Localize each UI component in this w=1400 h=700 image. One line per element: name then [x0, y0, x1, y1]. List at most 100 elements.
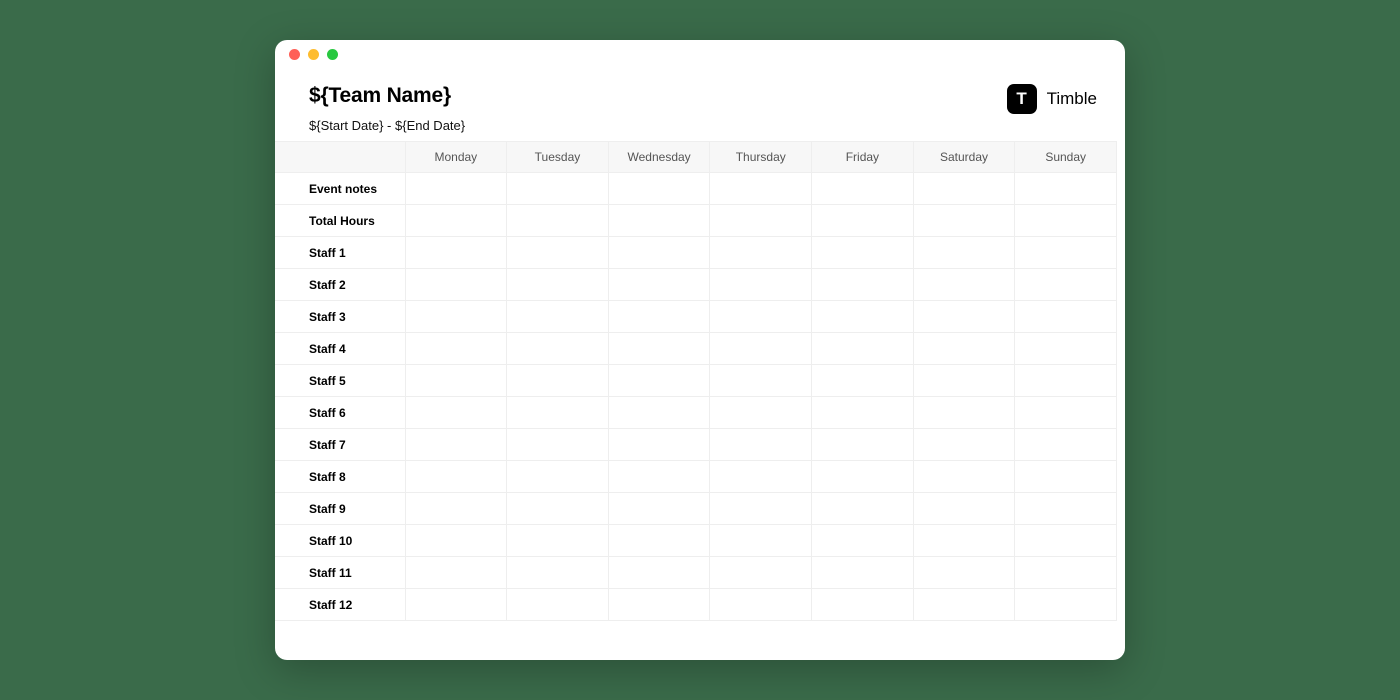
- schedule-cell[interactable]: [913, 493, 1015, 525]
- schedule-cell[interactable]: [710, 557, 812, 589]
- schedule-cell[interactable]: [710, 525, 812, 557]
- schedule-cell[interactable]: [913, 301, 1015, 333]
- schedule-cell[interactable]: [405, 525, 507, 557]
- schedule-cell[interactable]: [507, 461, 609, 493]
- schedule-cell[interactable]: [405, 557, 507, 589]
- schedule-cell[interactable]: [1015, 589, 1117, 621]
- schedule-cell[interactable]: [913, 525, 1015, 557]
- schedule-cell[interactable]: [913, 173, 1015, 205]
- window-maximize-icon[interactable]: [327, 49, 338, 60]
- schedule-cell[interactable]: [812, 365, 914, 397]
- schedule-cell[interactable]: [405, 301, 507, 333]
- schedule-cell[interactable]: [812, 173, 914, 205]
- schedule-cell[interactable]: [913, 269, 1015, 301]
- schedule-cell[interactable]: [812, 333, 914, 365]
- schedule-cell[interactable]: [608, 525, 710, 557]
- schedule-cell[interactable]: [913, 557, 1015, 589]
- schedule-cell[interactable]: [608, 461, 710, 493]
- schedule-cell[interactable]: [1015, 493, 1117, 525]
- schedule-cell[interactable]: [507, 237, 609, 269]
- schedule-cell[interactable]: [710, 365, 812, 397]
- schedule-cell[interactable]: [608, 589, 710, 621]
- schedule-cell[interactable]: [507, 301, 609, 333]
- schedule-cell[interactable]: [608, 397, 710, 429]
- schedule-cell[interactable]: [812, 237, 914, 269]
- schedule-cell[interactable]: [812, 493, 914, 525]
- schedule-cell[interactable]: [405, 397, 507, 429]
- schedule-cell[interactable]: [1015, 269, 1117, 301]
- schedule-cell[interactable]: [913, 365, 1015, 397]
- schedule-cell[interactable]: [405, 493, 507, 525]
- schedule-cell[interactable]: [507, 397, 609, 429]
- schedule-cell[interactable]: [812, 589, 914, 621]
- schedule-cell[interactable]: [1015, 461, 1117, 493]
- schedule-cell[interactable]: [812, 205, 914, 237]
- schedule-cell[interactable]: [608, 557, 710, 589]
- schedule-cell[interactable]: [608, 237, 710, 269]
- schedule-cell[interactable]: [812, 557, 914, 589]
- schedule-cell[interactable]: [913, 333, 1015, 365]
- schedule-cell[interactable]: [507, 205, 609, 237]
- schedule-cell[interactable]: [913, 429, 1015, 461]
- schedule-cell[interactable]: [710, 461, 812, 493]
- schedule-cell[interactable]: [608, 269, 710, 301]
- schedule-cell[interactable]: [1015, 173, 1117, 205]
- schedule-cell[interactable]: [1015, 365, 1117, 397]
- schedule-cell[interactable]: [1015, 333, 1117, 365]
- schedule-cell[interactable]: [710, 333, 812, 365]
- schedule-cell[interactable]: [608, 301, 710, 333]
- schedule-cell[interactable]: [608, 365, 710, 397]
- schedule-cell[interactable]: [405, 365, 507, 397]
- schedule-cell[interactable]: [812, 397, 914, 429]
- schedule-cell[interactable]: [507, 493, 609, 525]
- schedule-cell[interactable]: [812, 301, 914, 333]
- schedule-cell[interactable]: [710, 301, 812, 333]
- schedule-cell[interactable]: [608, 173, 710, 205]
- schedule-cell[interactable]: [1015, 397, 1117, 429]
- schedule-cell[interactable]: [812, 461, 914, 493]
- schedule-cell[interactable]: [812, 269, 914, 301]
- schedule-cell[interactable]: [913, 461, 1015, 493]
- schedule-cell[interactable]: [913, 237, 1015, 269]
- schedule-cell[interactable]: [710, 493, 812, 525]
- schedule-cell[interactable]: [608, 333, 710, 365]
- schedule-cell[interactable]: [405, 205, 507, 237]
- schedule-cell[interactable]: [507, 365, 609, 397]
- schedule-cell[interactable]: [913, 205, 1015, 237]
- schedule-cell[interactable]: [913, 589, 1015, 621]
- schedule-cell[interactable]: [710, 205, 812, 237]
- schedule-cell[interactable]: [507, 589, 609, 621]
- schedule-cell[interactable]: [608, 205, 710, 237]
- schedule-cell[interactable]: [405, 333, 507, 365]
- schedule-cell[interactable]: [1015, 301, 1117, 333]
- schedule-cell[interactable]: [507, 269, 609, 301]
- schedule-cell[interactable]: [507, 557, 609, 589]
- schedule-cell[interactable]: [812, 525, 914, 557]
- schedule-cell[interactable]: [507, 173, 609, 205]
- schedule-cell[interactable]: [507, 333, 609, 365]
- schedule-cell[interactable]: [608, 429, 710, 461]
- schedule-cell[interactable]: [405, 429, 507, 461]
- schedule-cell[interactable]: [913, 397, 1015, 429]
- schedule-cell[interactable]: [1015, 525, 1117, 557]
- schedule-cell[interactable]: [710, 429, 812, 461]
- window-minimize-icon[interactable]: [308, 49, 319, 60]
- schedule-cell[interactable]: [710, 173, 812, 205]
- schedule-cell[interactable]: [405, 461, 507, 493]
- schedule-cell[interactable]: [405, 173, 507, 205]
- schedule-cell[interactable]: [812, 429, 914, 461]
- schedule-cell[interactable]: [1015, 429, 1117, 461]
- schedule-cell[interactable]: [507, 429, 609, 461]
- schedule-cell[interactable]: [1015, 237, 1117, 269]
- schedule-cell[interactable]: [507, 525, 609, 557]
- schedule-cell[interactable]: [405, 237, 507, 269]
- schedule-cell[interactable]: [1015, 557, 1117, 589]
- window-close-icon[interactable]: [289, 49, 300, 60]
- schedule-cell[interactable]: [608, 493, 710, 525]
- schedule-cell[interactable]: [405, 269, 507, 301]
- schedule-cell[interactable]: [710, 589, 812, 621]
- schedule-cell[interactable]: [405, 589, 507, 621]
- schedule-cell[interactable]: [710, 269, 812, 301]
- schedule-cell[interactable]: [710, 397, 812, 429]
- schedule-cell[interactable]: [710, 237, 812, 269]
